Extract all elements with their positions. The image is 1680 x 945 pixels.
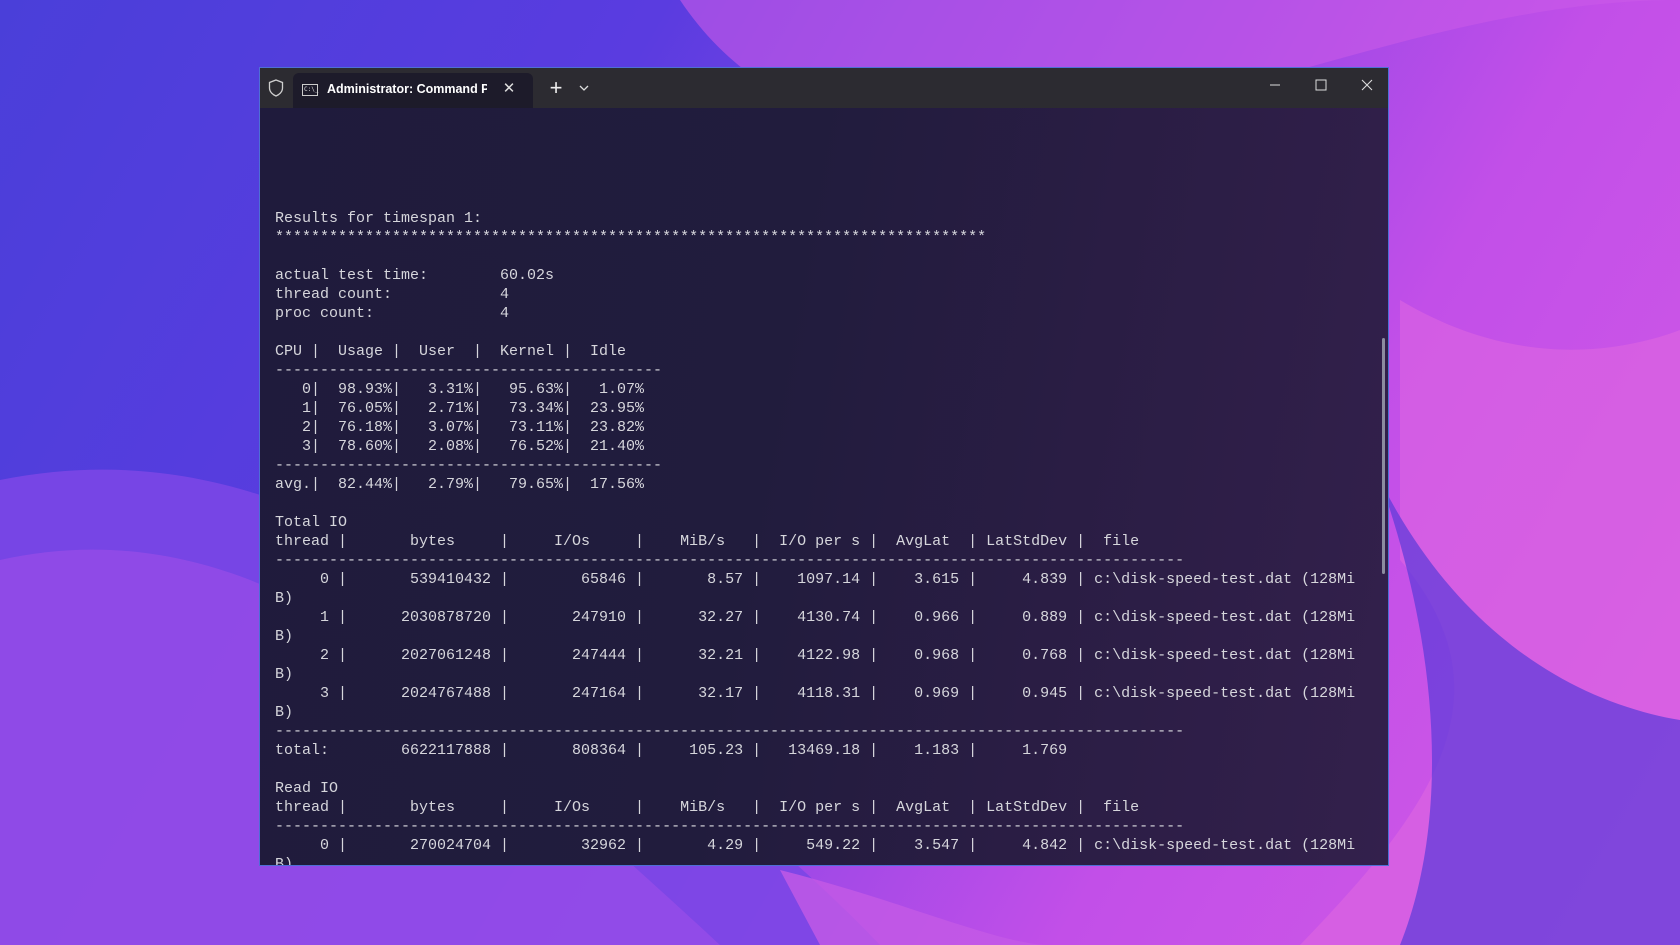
io-table-row: 3 | 2024767488 | 247164 | 32.17 | 4118.3… (275, 685, 1356, 702)
scrollbar-thumb[interactable] (1382, 338, 1385, 574)
separator: ----------------------------------------… (275, 362, 663, 379)
results-heading: Results for timespan 1: (275, 210, 483, 227)
io-table-row: B) (275, 628, 294, 645)
io-table-header: thread | bytes | I/Os | MiB/s | I/O per … (275, 533, 1140, 550)
close-button[interactable] (1344, 68, 1389, 102)
terminal-window: C:\_ Administrator: Command Prompt ✕ + R… (259, 67, 1389, 866)
read-io-heading: Read IO (275, 780, 339, 797)
summary-line: actual test time: 60.02s (275, 267, 555, 284)
tab-dropdown-chevron-down-icon[interactable] (576, 78, 592, 98)
io-table-row: 2 | 2027061248 | 247444 | 32.21 | 4122.9… (275, 647, 1356, 664)
maximize-button[interactable] (1298, 68, 1344, 102)
tab-title: Administrator: Command Prompt (327, 82, 487, 96)
new-tab-button[interactable]: + (545, 77, 567, 99)
title-bar[interactable]: C:\_ Administrator: Command Prompt ✕ + (260, 68, 1388, 108)
io-table-row: B) (275, 590, 294, 607)
cpu-table-row: 3| 78.60%| 2.08%| 76.52%| 21.40% (275, 438, 645, 455)
cmd-icon: C:\_ (302, 84, 318, 96)
cpu-table-row: 2| 76.18%| 3.07%| 73.11%| 23.82% (275, 419, 645, 436)
tab-command-prompt[interactable]: C:\_ Administrator: Command Prompt ✕ (293, 73, 533, 108)
io-total-row: total: 6622117888 | 808364 | 105.23 | 13… (275, 742, 1068, 759)
separator: ----------------------------------------… (275, 818, 1185, 835)
io-table-row: 0 | 539410432 | 65846 | 8.57 | 1097.14 |… (275, 571, 1356, 588)
cpu-table-row: 1| 76.05%| 2.71%| 73.34%| 23.95% (275, 400, 645, 417)
io-table-row: B) (275, 704, 294, 721)
shield-icon (268, 79, 284, 97)
total-io-heading: Total IO (275, 514, 348, 531)
separator: ----------------------------------------… (275, 457, 663, 474)
cpu-avg-row: avg.| 82.44%| 2.79%| 79.65%| 17.56% (275, 476, 645, 493)
cpu-table-row: 0| 98.93%| 3.31%| 95.63%| 1.07% (275, 381, 645, 398)
terminal-output[interactable]: Results for timespan 1: *****************… (275, 209, 1356, 866)
separator: ----------------------------------------… (275, 552, 1185, 569)
io-table-row: B) (275, 666, 294, 683)
io-table-row: 0 | 270024704 | 32962 | 4.29 | 549.22 | … (275, 837, 1356, 854)
summary-line: thread count: 4 (275, 286, 510, 303)
io-table-header: thread | bytes | I/Os | MiB/s | I/O per … (275, 799, 1140, 816)
separator: ----------------------------------------… (275, 723, 1185, 740)
io-table-row: B) (275, 856, 294, 866)
summary-line: proc count: 4 (275, 305, 510, 322)
minimize-button[interactable] (1252, 68, 1298, 102)
cpu-table-header: CPU | Usage | User | Kernel | Idle (275, 343, 627, 360)
separator-stars: ****************************************… (275, 229, 987, 246)
tab-close-button[interactable]: ✕ (500, 80, 518, 98)
io-table-row: 1 | 2030878720 | 247910 | 32.27 | 4130.7… (275, 609, 1356, 626)
